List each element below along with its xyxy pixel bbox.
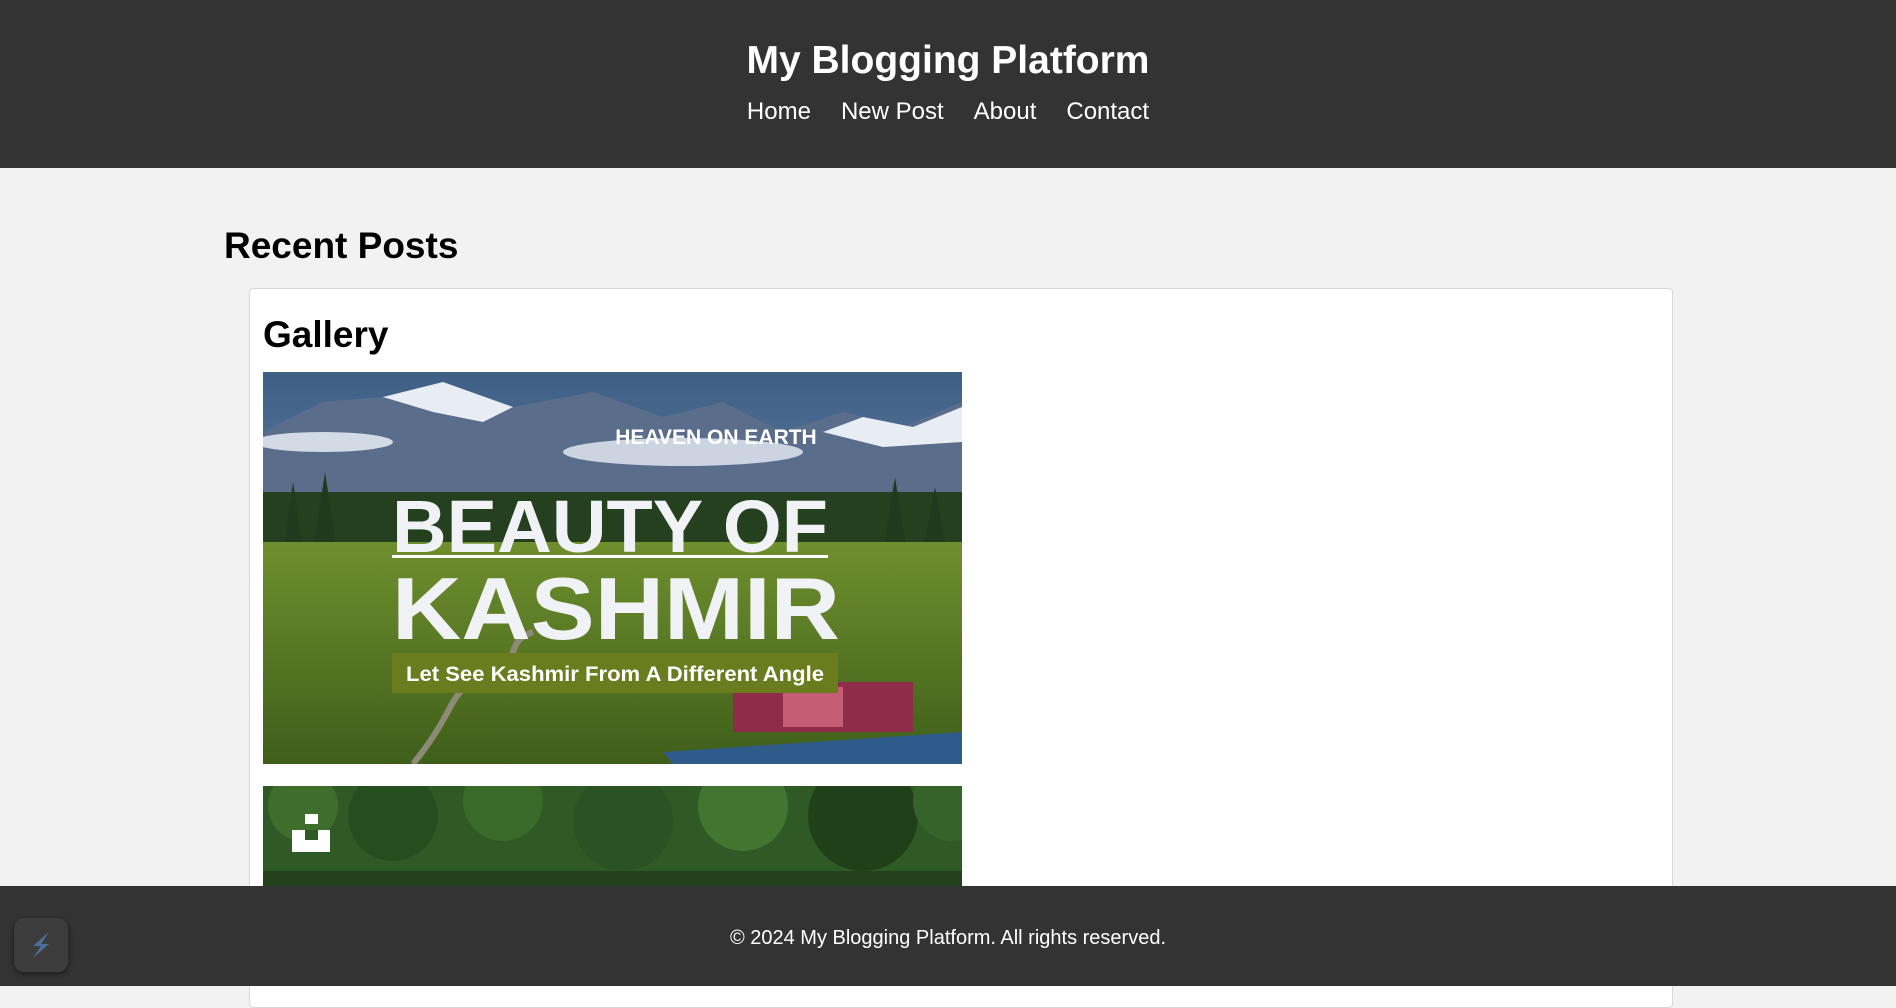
gallery-image-kashmir[interactable]: HEAVEN ON EARTH BEAUTY OF KASHMIR Let Se…	[263, 372, 962, 764]
nav-contact-link[interactable]: Contact	[1066, 94, 1149, 130]
banner-line2-text: KASHMIR	[392, 559, 840, 658]
post-title: Gallery	[263, 314, 389, 355]
site-header: My Blogging Platform Home New Post About…	[0, 0, 1896, 168]
footer-copyright: © 2024 My Blogging Platform. All rights …	[729, 927, 1167, 949]
kashmir-banner-graphic: HEAVEN ON EARTH BEAUTY OF KASHMIR Let Se…	[263, 372, 962, 764]
nav-home-link[interactable]: Home	[747, 94, 811, 130]
site-title: My Blogging Platform	[746, 39, 1150, 82]
banner-tagline-text: Let See Kashmir From A Different Angle	[406, 663, 824, 686]
main-nav: Home New Post About Contact	[0, 94, 1896, 130]
banner-top-text: HEAVEN ON EARTH	[615, 426, 816, 449]
nav-new-post-link[interactable]: New Post	[841, 94, 944, 130]
site-footer: © 2024 My Blogging Platform. All rights …	[0, 886, 1896, 986]
recent-posts-heading: Recent Posts	[224, 225, 459, 266]
floating-widget-button[interactable]	[14, 918, 68, 972]
stripe-s-icon	[33, 932, 49, 958]
nav-about-link[interactable]: About	[974, 94, 1037, 130]
